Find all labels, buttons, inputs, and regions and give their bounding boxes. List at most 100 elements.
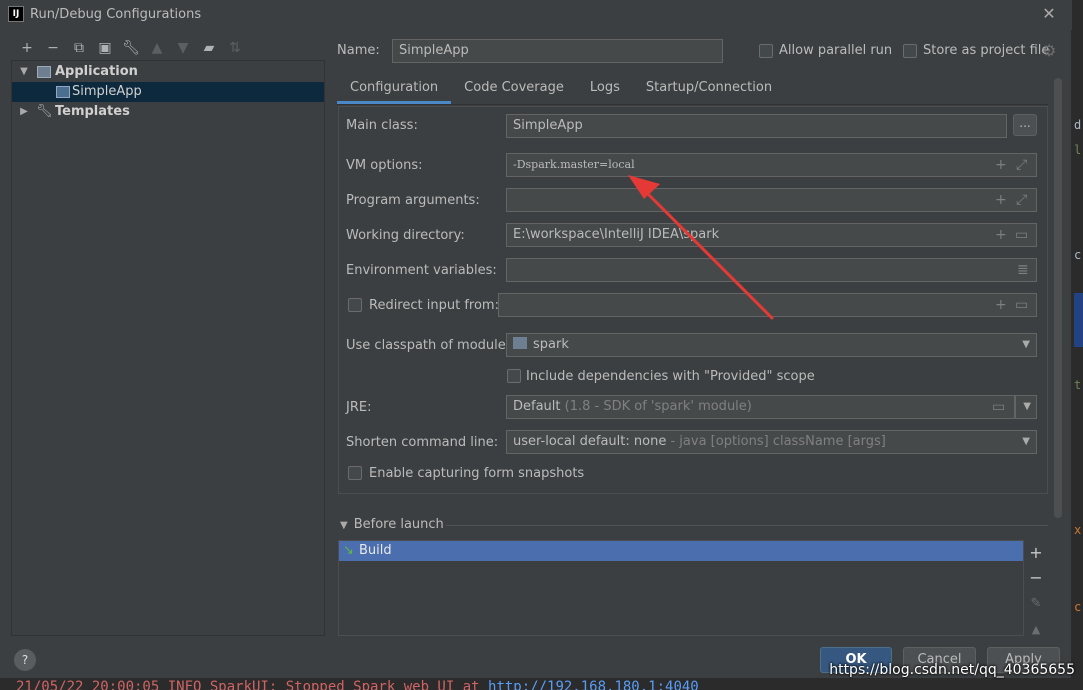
build-icon: ↘: [343, 543, 354, 558]
classpath-module-select[interactable]: spark ▼: [506, 333, 1037, 357]
shorten-command-value: user-local default: none: [513, 434, 667, 449]
chevron-down-icon[interactable]: ▼: [18, 62, 30, 82]
tree-toolbar: + − ⧉ ▣ 🔧︎ ▲ ▼ ▰ ⇅: [14, 38, 248, 58]
tab-code-coverage[interactable]: Code Coverage: [451, 76, 577, 104]
tab-divider: [337, 104, 1048, 105]
config-tabs: Configuration Code Coverage Logs Startup…: [337, 76, 785, 104]
plus-icon[interactable]: +: [995, 189, 1007, 211]
folder-icon[interactable]: ▭: [992, 396, 1005, 418]
tab-logs[interactable]: Logs: [577, 76, 633, 104]
vm-options-label: VM options:: [346, 158, 423, 173]
expand-icon[interactable]: ⤢: [1016, 189, 1027, 211]
tree-item-application[interactable]: ▼ Application: [12, 62, 324, 82]
main-class-input[interactable]: SimpleApp: [506, 114, 1007, 138]
main-class-label: Main class:: [346, 118, 418, 133]
application-icon: [37, 66, 51, 78]
list-item[interactable]: ↘ Build: [339, 541, 1023, 561]
classpath-module-value: spark: [533, 337, 569, 352]
editor-selection: [1074, 293, 1083, 347]
allow-parallel-label: Allow parallel run: [779, 43, 893, 58]
console-line: 21/05/22 20:00:05 INFO SparkUI: Stopped …: [16, 678, 699, 690]
environment-variables-input[interactable]: [506, 258, 1037, 282]
expand-icon[interactable]: ⤢: [1016, 154, 1027, 176]
folder-icon[interactable]: ▭: [1015, 294, 1028, 316]
new-folder-icon[interactable]: ▰: [196, 38, 222, 58]
tab-startup-connection[interactable]: Startup/Connection: [633, 76, 785, 104]
remove-task-icon[interactable]: −: [1026, 568, 1046, 588]
move-up-icon[interactable]: ▲: [144, 38, 170, 58]
classpath-module-label: Use classpath of module:: [346, 338, 511, 353]
program-arguments-label: Program arguments:: [346, 193, 480, 208]
window-title: Run/Debug Configurations: [30, 7, 202, 22]
editor-fragment: t: [1074, 378, 1082, 392]
shorten-command-label: Shorten command line:: [346, 435, 499, 450]
working-directory-label: Working directory:: [346, 228, 465, 243]
chevron-down-icon[interactable]: ▼: [340, 520, 348, 531]
jre-hint: (1.8 - SDK of 'spark' module): [564, 399, 752, 414]
wrench-icon: 🔧︎: [36, 104, 53, 119]
editor-fragment: c: [1074, 600, 1082, 614]
allow-parallel-checkbox[interactable]: [759, 44, 773, 58]
watermark: https://blog.csdn.net/qq_40365655: [829, 662, 1075, 678]
gear-icon[interactable]: ⚙: [1042, 41, 1056, 60]
redirect-input-field[interactable]: [498, 293, 1037, 317]
form-snapshots-checkbox[interactable]: [348, 466, 362, 480]
edit-task-icon[interactable]: ✎: [1026, 594, 1046, 614]
wrench-icon[interactable]: 🔧︎: [118, 38, 144, 58]
sort-icon[interactable]: ⇅: [222, 38, 248, 58]
redirect-input-checkbox[interactable]: [348, 298, 362, 312]
shorten-command-hint: - java [options] className [args]: [670, 434, 886, 449]
plus-icon[interactable]: +: [995, 224, 1007, 246]
chevron-down-icon[interactable]: ▼: [1022, 431, 1030, 453]
plus-icon[interactable]: +: [995, 154, 1007, 176]
console-output: 21/05/22 20:00:05 INFO SparkUI: Stopped …: [0, 678, 1083, 690]
editor-fragment: d: [1074, 118, 1082, 132]
jre-dropdown-button[interactable]: ▼: [1015, 395, 1037, 419]
jre-label: JRE:: [346, 400, 372, 415]
copy-icon[interactable]: ⧉: [66, 38, 92, 58]
intellij-icon: IJ: [8, 6, 24, 22]
vm-options-value: -Dspark.master=local: [513, 158, 635, 171]
environment-variables-label: Environment variables:: [346, 263, 497, 278]
tree-item-label: Templates: [55, 104, 130, 119]
name-input[interactable]: SimpleApp: [392, 39, 723, 63]
move-up-icon[interactable]: ▲: [1026, 620, 1046, 640]
save-icon[interactable]: ▣: [92, 38, 118, 58]
plus-icon[interactable]: +: [995, 294, 1007, 316]
jre-value: Default: [513, 399, 561, 414]
help-button[interactable]: ?: [14, 649, 36, 671]
run-config-icon: [56, 86, 70, 98]
move-down-icon[interactable]: ▼: [170, 38, 196, 58]
working-directory-input[interactable]: E:\workspace\IntelliJ IDEA\spark: [506, 223, 1037, 247]
vertical-scrollbar[interactable]: [1054, 78, 1062, 518]
redirect-input-label: Redirect input from:: [369, 298, 499, 313]
tree-item-templates[interactable]: ▶ 🔧︎ Templates: [12, 102, 324, 122]
config-tree: ▼ Application SimpleApp ▶ 🔧︎ Templates: [11, 60, 325, 636]
add-task-icon[interactable]: +: [1026, 543, 1046, 563]
folder-icon[interactable]: ▭: [1015, 224, 1028, 246]
program-arguments-input[interactable]: [506, 188, 1037, 212]
before-launch-divider: [446, 525, 1048, 526]
list-icon[interactable]: ≣: [1017, 259, 1029, 281]
close-icon[interactable]: ✕: [1040, 5, 1058, 23]
name-label: Name:: [337, 43, 380, 58]
vm-options-input[interactable]: -Dspark.master=local: [506, 153, 1037, 177]
form-snapshots-label: Enable capturing form snapshots: [369, 466, 585, 481]
tab-configuration[interactable]: Configuration: [337, 76, 452, 104]
add-icon[interactable]: +: [14, 38, 40, 58]
browse-button[interactable]: ...: [1013, 114, 1037, 136]
chevron-down-icon[interactable]: ▼: [1022, 334, 1030, 356]
editor-fragment: c: [1074, 248, 1082, 262]
chevron-right-icon[interactable]: ▶: [18, 102, 30, 122]
console-link[interactable]: http://192.168.180.1:4040: [488, 679, 699, 690]
store-project-checkbox[interactable]: [903, 44, 917, 58]
module-icon: [513, 337, 527, 349]
tree-item-simpleapp[interactable]: SimpleApp: [12, 82, 324, 102]
before-launch-header[interactable]: ▼ Before launch: [340, 517, 444, 532]
include-dependencies-checkbox[interactable]: [507, 369, 521, 383]
jre-select[interactable]: Default (1.8 - SDK of 'spark' module): [506, 395, 1015, 419]
chevron-down-icon[interactable]: ▼: [1023, 396, 1031, 418]
shorten-command-select[interactable]: user-local default: none - java [options…: [506, 430, 1037, 454]
title-bar: IJ Run/Debug Configurations ✕: [0, 0, 1072, 30]
remove-icon[interactable]: −: [40, 38, 66, 58]
